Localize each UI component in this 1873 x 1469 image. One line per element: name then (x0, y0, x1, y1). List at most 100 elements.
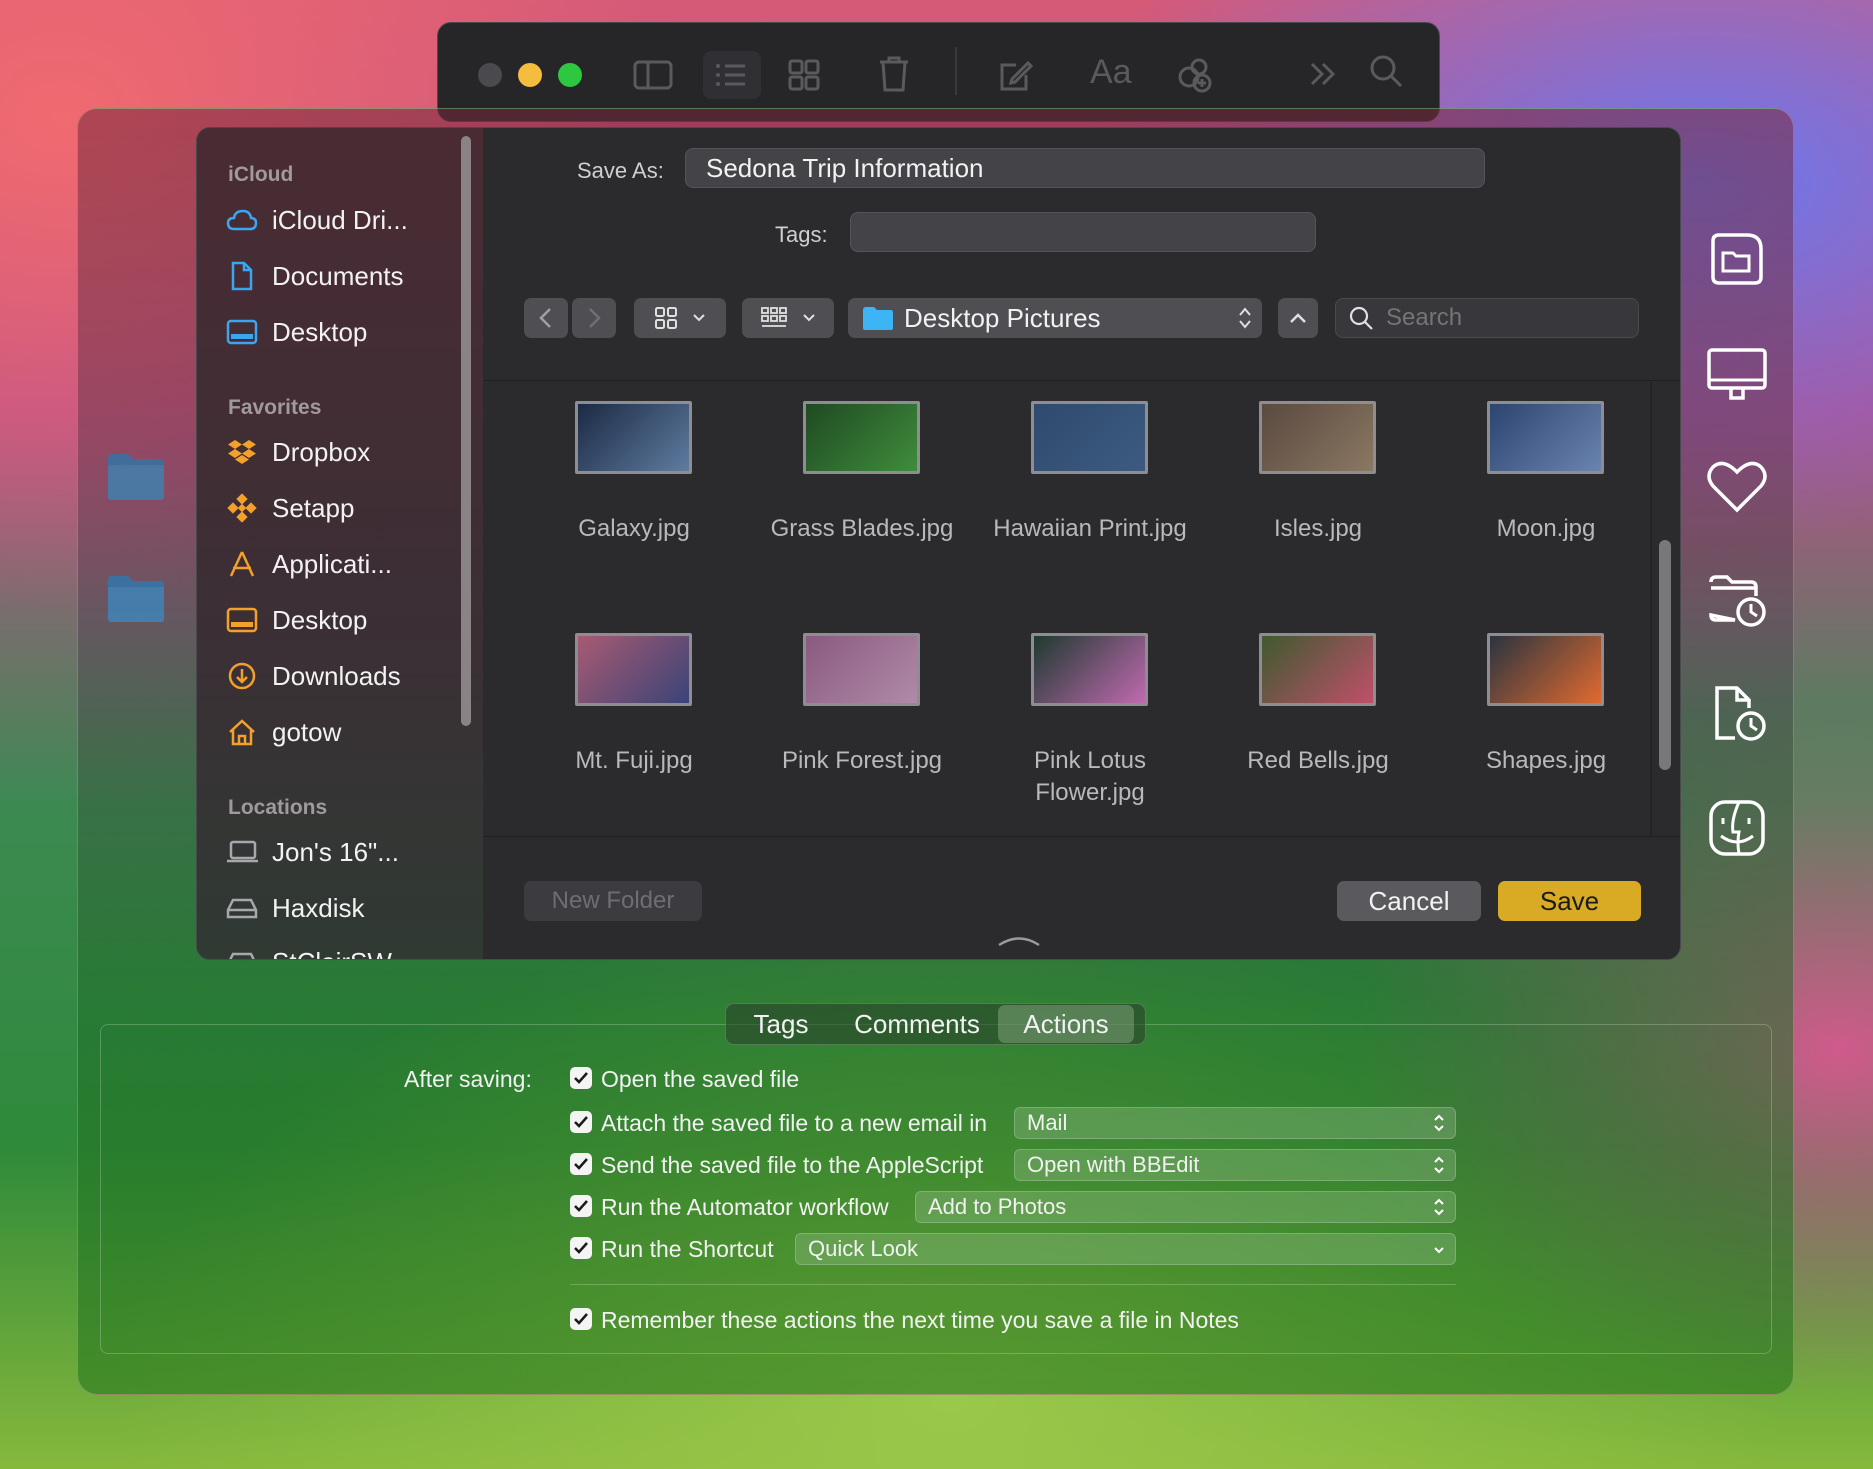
search-icon (1349, 306, 1373, 330)
sidebar-item-label: Desktop (272, 604, 368, 635)
tags-field[interactable] (850, 212, 1316, 252)
file-item[interactable]: Moon.jpg (1461, 401, 1631, 621)
checkmark-icon (574, 1313, 588, 1325)
home-icon (226, 716, 258, 748)
sidebar-item-label: Setapp (272, 492, 355, 523)
grid-view-icon (655, 307, 677, 329)
open-saved-file-checkbox[interactable] (570, 1067, 592, 1089)
automator-popup[interactable]: Add to Photos (915, 1191, 1456, 1223)
automator-checkbox[interactable] (570, 1195, 592, 1217)
folder-icon (863, 307, 893, 330)
sidebar-item-desktop[interactable]: Desktop (226, 600, 367, 640)
sidebar-item-label: Desktop (272, 316, 368, 347)
sidebar-scrollbar[interactable] (461, 136, 471, 726)
expand-collapse-button[interactable] (1278, 298, 1318, 338)
cancel-button[interactable]: Cancel (1337, 881, 1481, 921)
new-folder-button[interactable]: New Folder (524, 881, 702, 921)
group-button[interactable] (742, 298, 834, 338)
file-name: Mt. Fuji.jpg (575, 747, 693, 774)
attach-email-label: Attach the saved file to a new email in (601, 1110, 988, 1136)
forward-button[interactable] (572, 298, 616, 338)
file-item[interactable]: Grass Blades.jpg (771, 401, 953, 621)
search-field[interactable] (1335, 298, 1639, 338)
email-app-popup[interactable]: Mail (1014, 1107, 1456, 1139)
remember-actions-checkbox[interactable] (570, 1308, 592, 1330)
file-item[interactable]: Pink Forest.jpg (777, 633, 947, 853)
collaborate-icon[interactable] (1175, 55, 1215, 95)
icon-view-button[interactable] (634, 298, 726, 338)
back-button[interactable] (524, 298, 568, 338)
chevron-down-icon (803, 314, 815, 322)
save-button[interactable]: Save (1498, 881, 1641, 921)
collapse-handle-icon[interactable] (997, 934, 1041, 948)
sidebar-section-favorites: Favorites (228, 396, 322, 419)
sidebar-item-haxdisk[interactable]: Haxdisk (226, 888, 364, 928)
window-minimize-button[interactable] (518, 63, 542, 87)
search-icon[interactable] (1368, 53, 1404, 89)
file-browser-scrollbar[interactable] (1659, 540, 1671, 770)
format-icon[interactable]: Aa (1090, 53, 1132, 92)
checkmark-icon (574, 1116, 588, 1128)
display-icon[interactable] (1705, 340, 1769, 404)
file-item[interactable]: Shapes.jpg (1461, 633, 1631, 853)
shortcut-popup[interactable]: Quick Look (795, 1233, 1456, 1265)
list-icon[interactable] (703, 51, 761, 99)
folder-icon[interactable] (1705, 227, 1769, 291)
compose-icon[interactable] (998, 57, 1034, 93)
applescript-checkbox[interactable] (570, 1153, 592, 1175)
sidebar-item-documents[interactable]: Documents (226, 256, 404, 296)
sidebar-item-macbook[interactable]: Jon's 16"... (226, 832, 399, 872)
file-item[interactable]: Galaxy.jpg (549, 401, 719, 621)
sidebar-item-desktop-icloud[interactable]: Desktop (226, 312, 367, 352)
applescript-popup[interactable]: Open with BBEdit (1014, 1149, 1456, 1181)
sidebar-item-setapp[interactable]: Setapp (226, 488, 354, 528)
notes-toolbar: Aa (437, 22, 1440, 122)
file-item[interactable]: Pink Lotus Flower.jpg (1005, 633, 1175, 853)
recent-document-icon[interactable] (1705, 682, 1769, 746)
tab-tags[interactable]: Tags (726, 1005, 836, 1043)
shortcut-checkbox[interactable] (570, 1237, 592, 1259)
save-as-field[interactable] (685, 148, 1485, 188)
finder-icon[interactable] (1705, 796, 1769, 860)
sidebar-item-label: gotow (272, 716, 342, 747)
heart-icon[interactable] (1705, 454, 1769, 518)
tags-label: Tags: (775, 222, 828, 247)
applescript-label: Send the saved file to the AppleScript (601, 1152, 984, 1178)
sidebar-item-applications[interactable]: Applicati... (226, 544, 392, 584)
divider (570, 1284, 1456, 1285)
file-item[interactable]: Hawaiian Print.jpg (993, 401, 1187, 621)
file-name: Galaxy.jpg (578, 515, 690, 542)
window-close-button[interactable] (478, 63, 502, 87)
file-thumbnail (803, 401, 920, 474)
checkmark-icon (574, 1158, 588, 1170)
sidebar-item-icloud-drive[interactable]: iCloud Dri... (226, 200, 408, 240)
trash-icon[interactable] (878, 55, 910, 93)
location-popup[interactable]: Desktop Pictures (848, 298, 1262, 338)
sidebar-section-icloud: iCloud (228, 163, 294, 186)
attach-email-checkbox[interactable] (570, 1111, 592, 1133)
more-icon[interactable] (1308, 61, 1338, 87)
shortcut-label: Run the Shortcut (601, 1236, 774, 1262)
tab-comments[interactable]: Comments (836, 1005, 998, 1043)
file-name: Shapes.jpg (1485, 747, 1607, 774)
tab-actions[interactable]: Actions (998, 1005, 1134, 1043)
sidebar-item-label: Haxdisk (272, 892, 365, 923)
file-thumbnail (575, 401, 692, 474)
file-item[interactable]: Mt. Fuji.jpg (549, 633, 719, 853)
sidebar-item-dropbox[interactable]: Dropbox (226, 432, 370, 472)
sidebar-item-label: Applicati... (272, 548, 392, 579)
file-thumbnail (1487, 633, 1604, 706)
file-item[interactable]: Isles.jpg (1233, 401, 1403, 621)
sidebar-item-stclair[interactable]: StClairSW... (226, 942, 412, 959)
sidebar-item-downloads[interactable]: Downloads (226, 656, 401, 696)
window-zoom-button[interactable] (558, 63, 582, 87)
search-input[interactable] (1386, 304, 1616, 332)
sidebar-icon[interactable] (633, 59, 673, 91)
separator-line (955, 47, 957, 95)
sidebar-item-home[interactable]: gotow (226, 712, 341, 752)
gallery-icon[interactable] (788, 59, 820, 91)
recent-folder-icon[interactable] (1705, 568, 1769, 632)
file-item[interactable]: Red Bells.jpg (1233, 633, 1403, 853)
file-name: Red Bells.jpg (1247, 747, 1389, 774)
chevron-down-icon (693, 314, 705, 322)
